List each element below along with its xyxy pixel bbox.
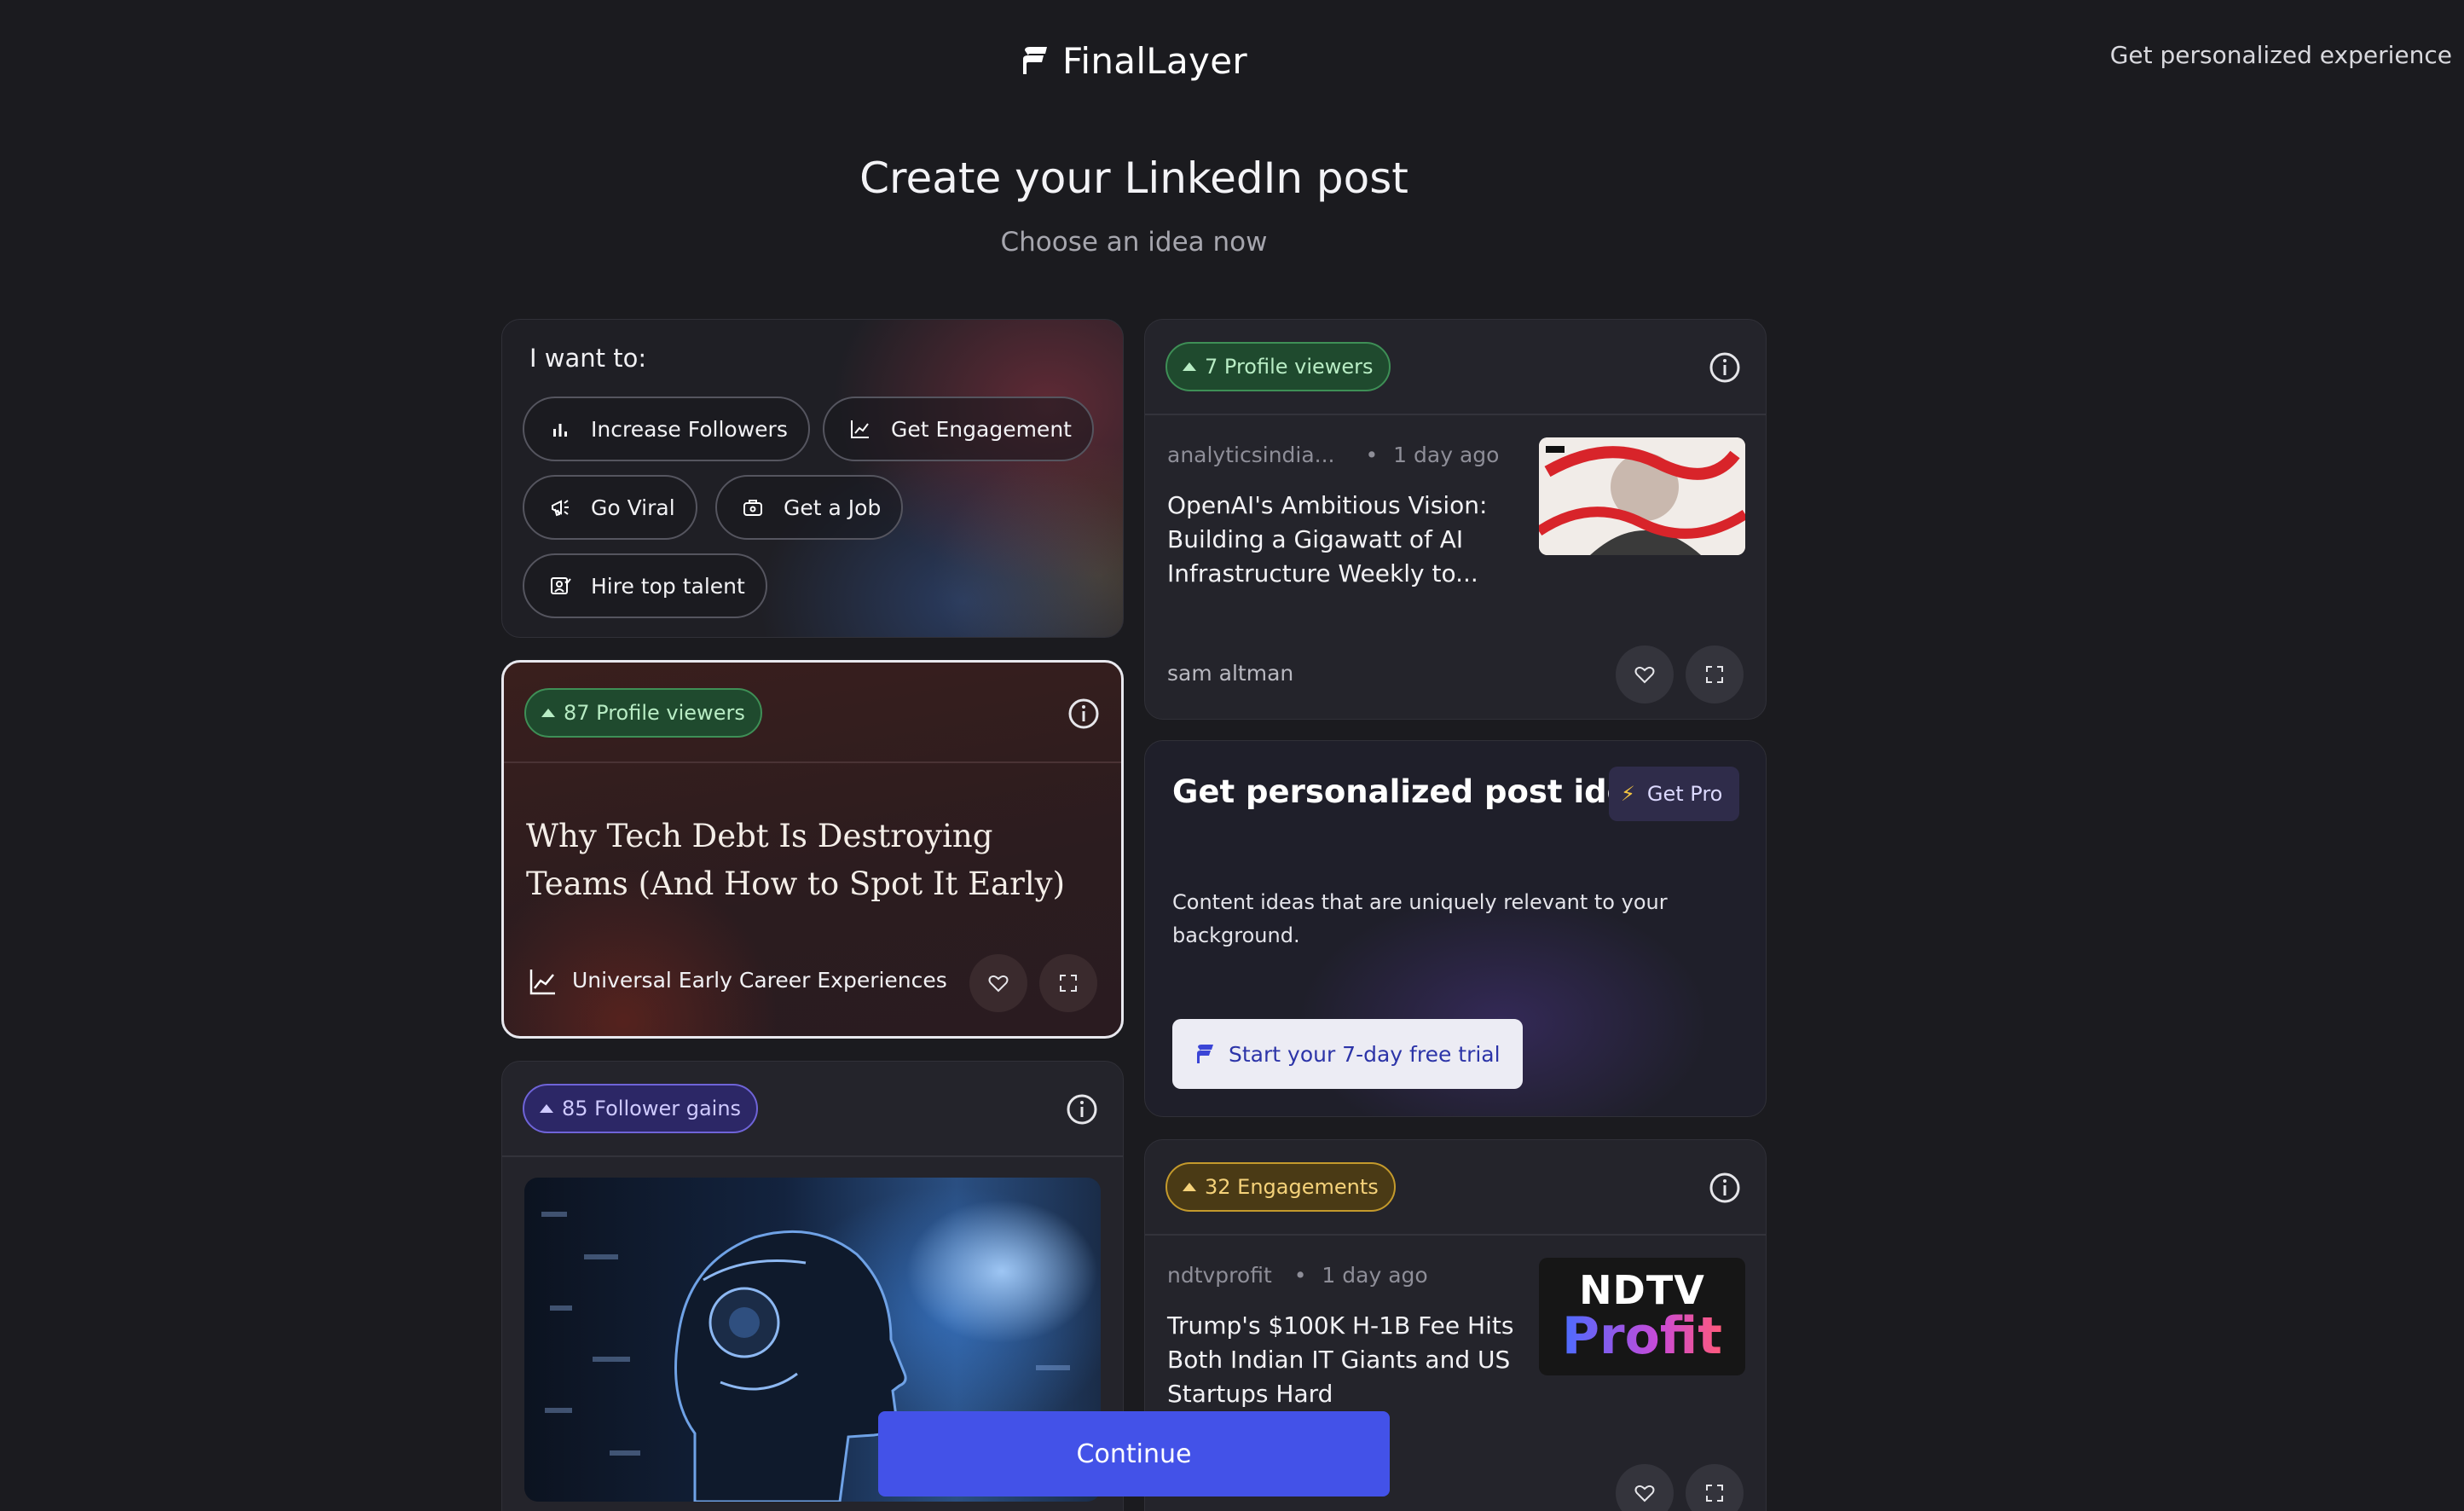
expand-button[interactable] — [1039, 954, 1097, 1012]
up-arrow-icon — [541, 709, 555, 717]
megaphone-icon — [541, 489, 579, 526]
source-meta: ndtvprofit • 1 day ago — [1167, 1263, 1428, 1288]
chip-label: Get Engagement — [891, 416, 1072, 442]
chip-label: Get a Job — [784, 495, 882, 520]
badge-label: 32 Engagements — [1205, 1175, 1379, 1199]
idea-headline: OpenAI's Ambitious Vision: Building a Gi… — [1167, 491, 1488, 588]
personalized-experience-link[interactable]: Get personalized experience — [2110, 41, 2452, 69]
post-time: 1 day ago — [1393, 443, 1500, 467]
hire-icon — [541, 567, 579, 605]
page-title: Create your LinkedIn post — [859, 153, 1408, 203]
sam-altman-thumbnail — [1539, 437, 1745, 555]
trial-label: Start your 7-day free trial — [1229, 1041, 1501, 1067]
expand-button[interactable] — [1686, 1464, 1744, 1511]
badge-label: 87 Profile viewers — [564, 701, 745, 725]
chip-increase-followers[interactable]: Increase Followers — [523, 397, 810, 461]
chip-get-engagement[interactable]: Get Engagement — [823, 397, 1094, 461]
goals-card: I want to: Increase Followers Get Engage… — [501, 319, 1124, 638]
finallayer-logo-icon — [1197, 1045, 1213, 1063]
expand-icon — [1060, 975, 1077, 992]
card-divider — [502, 1155, 1123, 1157]
card-divider — [1145, 414, 1766, 415]
goals-label: I want to: — [529, 344, 647, 373]
author-name: sam altman — [1167, 661, 1294, 686]
chip-get-a-job[interactable]: Get a Job — [715, 475, 904, 540]
heart-icon — [1634, 666, 1655, 684]
continue-button[interactable]: Continue — [878, 1411, 1390, 1497]
expand-icon — [1706, 666, 1723, 683]
like-button[interactable] — [1616, 1464, 1674, 1511]
bar-chart-icon — [541, 410, 579, 448]
meta-separator: • — [1293, 1263, 1307, 1288]
free-trial-button[interactable]: Start your 7-day free trial — [1172, 1019, 1523, 1089]
idea-category-label: Universal Early Career Experiences — [572, 968, 947, 993]
post-time: 1 day ago — [1322, 1263, 1428, 1288]
lightning-icon: ⚡ — [1621, 782, 1635, 806]
badge-label: 85 Follower gains — [562, 1097, 742, 1120]
info-icon[interactable] — [1067, 697, 1101, 731]
profile-viewers-badge: 7 Profile viewers — [1165, 342, 1391, 391]
expand-button[interactable] — [1686, 646, 1744, 703]
like-button[interactable] — [969, 954, 1027, 1012]
card-divider — [1145, 1234, 1766, 1236]
ndtv-logo-bottom: Profit — [1562, 1306, 1722, 1366]
chip-go-viral[interactable]: Go Viral — [523, 475, 697, 540]
heart-icon — [1634, 1485, 1655, 1502]
meta-separator: • — [1365, 443, 1379, 467]
up-arrow-icon — [1183, 362, 1196, 371]
line-chart-icon — [529, 970, 555, 995]
chip-label: Go Viral — [591, 495, 675, 520]
top-bar: FinalLayer Get personalized experience — [0, 0, 2464, 128]
source-name: analyticsindia... — [1167, 443, 1335, 467]
idea-card-tech-debt[interactable]: 87 Profile viewers Why Tech Debt Is Dest… — [501, 660, 1124, 1039]
brand-name: FinalLayer — [1062, 39, 1247, 82]
up-arrow-icon — [1183, 1183, 1196, 1191]
expand-icon — [1706, 1485, 1723, 1502]
brand-logo[interactable]: FinalLayer — [1020, 36, 1247, 85]
badge-label: 7 Profile viewers — [1205, 355, 1374, 379]
info-icon[interactable] — [1708, 350, 1742, 385]
card-divider — [504, 761, 1121, 763]
heart-icon — [988, 975, 1009, 993]
finallayer-logo-icon — [1023, 47, 1047, 74]
source-meta: analyticsindia... • 1 day ago — [1167, 443, 1499, 467]
engagements-badge: 32 Engagements — [1165, 1162, 1396, 1212]
pro-label: Get Pro — [1646, 782, 1723, 806]
info-icon[interactable] — [1065, 1092, 1099, 1126]
idea-card-openai[interactable]: 7 Profile viewers analyticsindia... • 1 … — [1144, 319, 1767, 720]
promo-title: Get personalized post ideas — [1172, 773, 1669, 810]
idea-title: Why Tech Debt Is Destroying Teams (And H… — [526, 818, 1066, 902]
up-arrow-icon — [540, 1104, 553, 1113]
ndtv-profit-thumbnail: NDTV Profit — [1539, 1258, 1745, 1375]
get-pro-button[interactable]: ⚡ Get Pro — [1609, 767, 1740, 821]
chip-label: Increase Followers — [591, 416, 788, 442]
profile-viewers-badge: 87 Profile viewers — [524, 688, 762, 738]
idea-headline: Trump's $100K H-1B Fee Hits Both Indian … — [1167, 1311, 1514, 1408]
page-subtitle: Choose an idea now — [1000, 227, 1268, 258]
ndtv-logo-top: NDTV — [1579, 1267, 1705, 1313]
source-name: ndtvprofit — [1167, 1263, 1272, 1288]
personalized-ideas-promo: Get personalized post ideas ⚡ Get Pro Co… — [1144, 740, 1767, 1117]
chip-hire-top-talent[interactable]: Hire top talent — [523, 553, 767, 618]
info-icon[interactable] — [1708, 1171, 1742, 1205]
like-button[interactable] — [1616, 646, 1674, 703]
promo-description: Content ideas that are uniquely relevant… — [1172, 890, 1668, 947]
chip-label: Hire top talent — [591, 573, 745, 599]
follower-gains-badge: 85 Follower gains — [523, 1084, 759, 1133]
briefcase-icon — [734, 489, 772, 526]
line-chart-icon — [842, 410, 879, 448]
